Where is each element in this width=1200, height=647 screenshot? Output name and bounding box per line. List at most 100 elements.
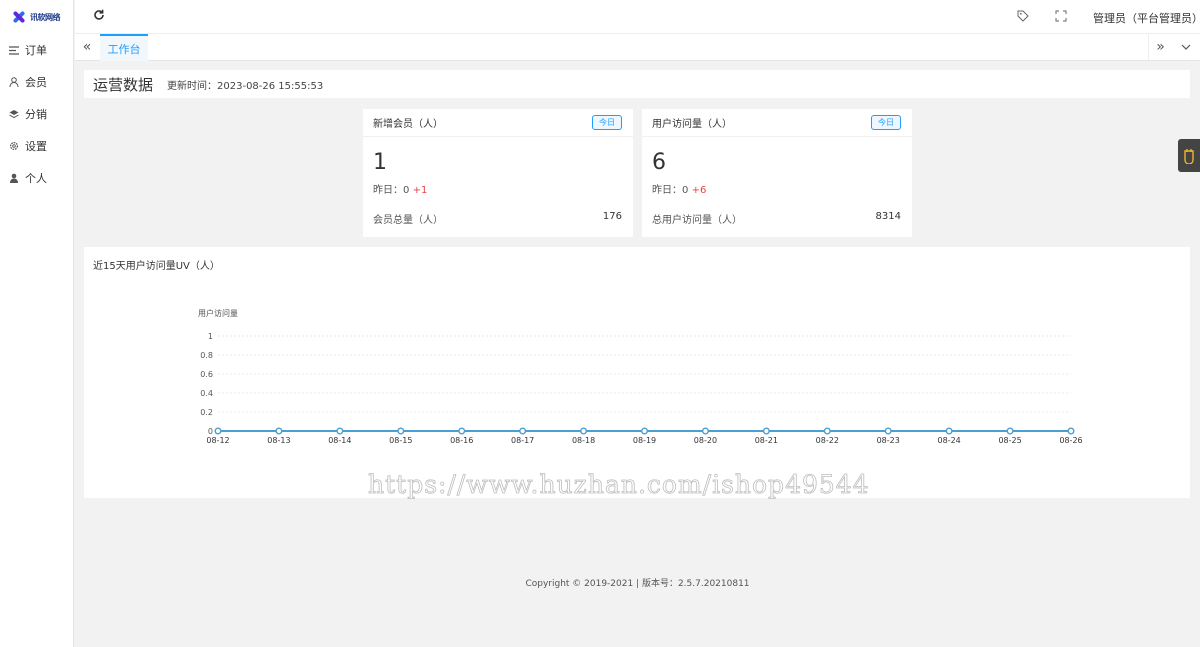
stat-footer: 总用户访问量（人） 8314	[642, 211, 912, 226]
x-tick-label: 08-15	[389, 436, 412, 445]
x-tick-label: 08-18	[572, 436, 595, 445]
today-badge: 今日	[871, 115, 901, 130]
float-widget[interactable]	[1178, 139, 1200, 172]
sidebar-item-distribution[interactable]: 分销	[0, 98, 73, 130]
total-value: 176	[602, 211, 622, 222]
data-point	[458, 427, 466, 435]
data-point	[823, 427, 831, 435]
scroll-left-icon[interactable]: «	[75, 34, 99, 60]
updated-label: 更新时间：	[167, 80, 218, 92]
data-point	[701, 427, 709, 435]
data-point	[214, 427, 222, 435]
refresh-icon[interactable]	[93, 9, 107, 23]
sidebar-item-members[interactable]: 会员	[0, 66, 73, 98]
data-point	[884, 427, 892, 435]
logo[interactable]: 讯软网络	[0, 0, 73, 34]
menu-lines-icon	[9, 45, 19, 55]
chart-card: 近15天用户访问量UV（人） 用户访问量 0 0.2 0.4 0.6 0.8 1 08-12…	[84, 247, 1190, 498]
gear-icon	[9, 141, 19, 151]
total-label: 总用户访问量（人）	[652, 215, 742, 226]
stat-title: 新增会员（人）	[373, 119, 443, 130]
top-bar: 管理员（平台管理员）	[75, 0, 1200, 34]
tab-workbench[interactable]: 工作台	[100, 34, 148, 61]
sidebar-item-label: 会员	[25, 76, 47, 89]
sidebar-item-label: 设置	[25, 140, 47, 153]
y-tick-label: 0.4	[200, 389, 213, 398]
layers-icon	[9, 109, 19, 119]
tab-label: 工作台	[107, 42, 141, 56]
tab-bar: « 工作台 »	[75, 34, 1200, 61]
watermark: https://www.huzhan.com/ishop49544	[368, 470, 870, 500]
y-tick-label: 0.2	[200, 408, 213, 417]
x-tick-label: 08-22	[816, 436, 839, 445]
today-badge: 今日	[592, 115, 622, 130]
updated-value: 2023-08-26 15:55:53	[217, 80, 324, 92]
yesterday-label: 昨日：	[652, 185, 682, 196]
stat-delta: +1	[412, 185, 428, 196]
y-tick-label: 1	[208, 332, 213, 341]
data-point	[762, 427, 770, 435]
stat-yesterday: 昨日：0 +1	[363, 181, 633, 211]
sidebar-item-profile[interactable]: 个人	[0, 162, 73, 194]
stat-card-user-visits: 用户访问量（人） 今日 6 昨日：0 +6 总用户访问量（人） 8314	[642, 109, 912, 237]
sidebar: 讯软网络 订单 会员 分销 设置 个人	[0, 0, 74, 647]
x-tick-label: 08-20	[694, 436, 717, 445]
admin-menu[interactable]: 管理员（平台管理员）	[1093, 10, 1200, 26]
stat-card-header: 用户访问量（人） 今日	[642, 109, 912, 137]
sidebar-item-label: 订单	[25, 44, 47, 57]
updated-time: 更新时间：2023-08-26 15:55:53	[167, 77, 323, 92]
y-tick-label: 0	[208, 427, 213, 436]
x-tick-label: 08-17	[511, 436, 534, 445]
overview-header: 运营数据 更新时间：2023-08-26 15:55:53	[84, 70, 1190, 98]
person-icon	[9, 173, 19, 183]
yesterday-label: 昨日：	[373, 185, 403, 196]
x-tick-label: 08-12	[206, 436, 229, 445]
stat-title: 用户访问量（人）	[652, 119, 732, 130]
yesterday-value: 0	[403, 185, 410, 196]
data-point	[1006, 427, 1014, 435]
data-point	[336, 427, 344, 435]
y-tick-label: 0.6	[200, 370, 213, 379]
sidebar-item-label: 个人	[25, 172, 47, 185]
admin-label: 管理员（平台管理员）	[1093, 12, 1200, 25]
y-axis-label: 用户访问量	[198, 308, 238, 318]
data-point	[275, 427, 283, 435]
x-tick-label: 08-19	[633, 436, 656, 445]
sidebar-item-orders[interactable]: 订单	[0, 34, 73, 66]
x-tick-label: 08-14	[328, 436, 351, 445]
sidebar-item-label: 分销	[25, 108, 47, 121]
data-point	[580, 427, 588, 435]
stat-value: 6	[652, 150, 666, 175]
logo-x-icon	[12, 11, 26, 23]
x-tick-label: 08-16	[450, 436, 473, 445]
stat-footer: 会员总量（人） 176	[363, 211, 633, 226]
data-point	[641, 427, 649, 435]
line-chart: 用户访问量 0 0.2 0.4 0.6 0.8 1 08-12 08-13 08-14 08-15…	[198, 308, 1083, 445]
data-point	[1067, 427, 1075, 435]
user-outline-icon	[9, 77, 19, 87]
tag-icon[interactable]	[1017, 10, 1031, 24]
stat-yesterday: 昨日：0 +6	[642, 181, 912, 211]
x-tick-label: 08-25	[998, 436, 1021, 445]
data-point	[519, 427, 527, 435]
x-tick-label: 08-23	[877, 436, 900, 445]
page-title: 运营数据	[93, 75, 154, 94]
y-tick-label: 0.8	[200, 351, 213, 360]
stat-card-new-members: 新增会员（人） 今日 1 昨日：0 +1 会员总量（人） 176	[363, 109, 633, 237]
footer: Copyright © 2019-2021 | 版本号：2.5.7.202108…	[525, 579, 750, 589]
total-value: 8314	[875, 211, 901, 222]
x-tick-label: 08-24	[938, 436, 961, 445]
sidebar-item-settings[interactable]: 设置	[0, 130, 73, 162]
stat-card-header: 新增会员（人） 今日	[363, 109, 633, 137]
x-tick-label: 08-13	[267, 436, 290, 445]
data-point	[397, 427, 405, 435]
total-label: 会员总量（人）	[373, 215, 443, 226]
scroll-right-icon[interactable]: »	[1148, 34, 1172, 60]
stat-value: 1	[373, 150, 387, 175]
fullscreen-icon[interactable]	[1055, 10, 1069, 24]
float-widget-icon	[1184, 148, 1194, 164]
yesterday-value: 0	[682, 185, 689, 196]
x-tick-label: 08-21	[755, 436, 778, 445]
stat-delta: +6	[691, 185, 707, 196]
chevron-down-icon[interactable]	[1174, 34, 1198, 60]
